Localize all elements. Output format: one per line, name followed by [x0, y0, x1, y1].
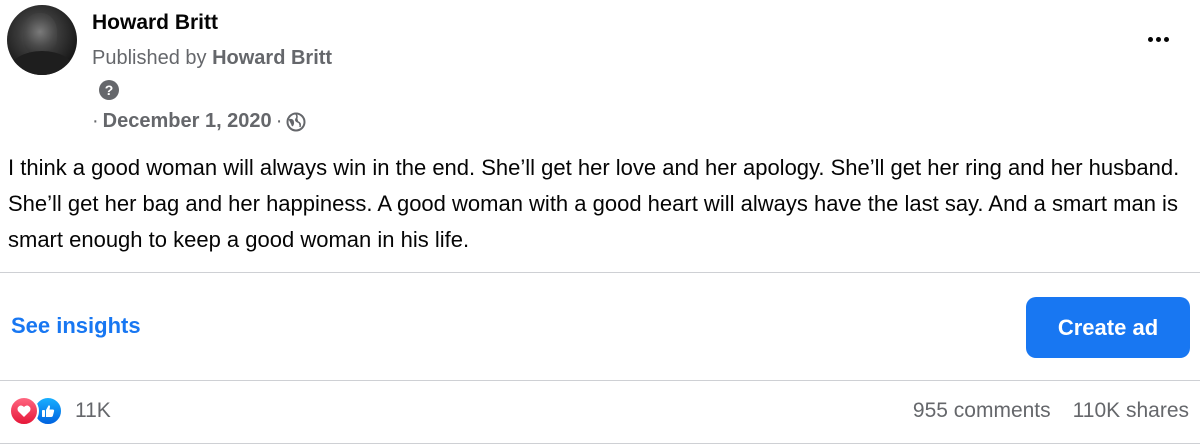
- globe-icon[interactable]: [286, 112, 306, 132]
- date-separator: ·: [275, 110, 283, 132]
- shares-count[interactable]: 110K shares: [1073, 399, 1189, 423]
- dot-2: [1155, 36, 1161, 42]
- published-prefix: Published by: [92, 47, 207, 69]
- author-avatar[interactable]: [7, 5, 77, 75]
- engagement-stats: 955 comments 110K shares: [913, 399, 1189, 423]
- avatar-head-shape: [23, 13, 57, 55]
- divider-bottom: [0, 380, 1200, 381]
- love-icon: [9, 396, 39, 426]
- see-insights-link[interactable]: See insights: [11, 313, 141, 339]
- publisher-name[interactable]: Howard Britt: [212, 47, 332, 69]
- more-options-icon[interactable]: [1138, 24, 1178, 54]
- date-prefix-dot: ·: [92, 110, 99, 132]
- post-date[interactable]: December 1, 2020: [103, 110, 272, 133]
- post-meta-line: · December 1, 2020 ·: [92, 110, 306, 133]
- create-ad-button[interactable]: Create ad: [1026, 297, 1190, 358]
- divider-top: [0, 272, 1200, 273]
- reactions-count[interactable]: 11K: [75, 399, 111, 423]
- reactions-summary[interactable]: 11K: [9, 396, 111, 426]
- published-by-line: Published by Howard Britt: [92, 47, 332, 70]
- dot-1: [1147, 36, 1153, 42]
- author-name[interactable]: Howard Britt: [92, 11, 218, 35]
- avatar-shoulders-shape: [9, 51, 75, 75]
- help-icon[interactable]: ?: [99, 80, 119, 100]
- comments-count[interactable]: 955 comments: [913, 399, 1051, 423]
- post-text: I think a good woman will always win in …: [8, 155, 1180, 252]
- divider-footer: [0, 443, 1200, 444]
- dot-3: [1163, 36, 1169, 42]
